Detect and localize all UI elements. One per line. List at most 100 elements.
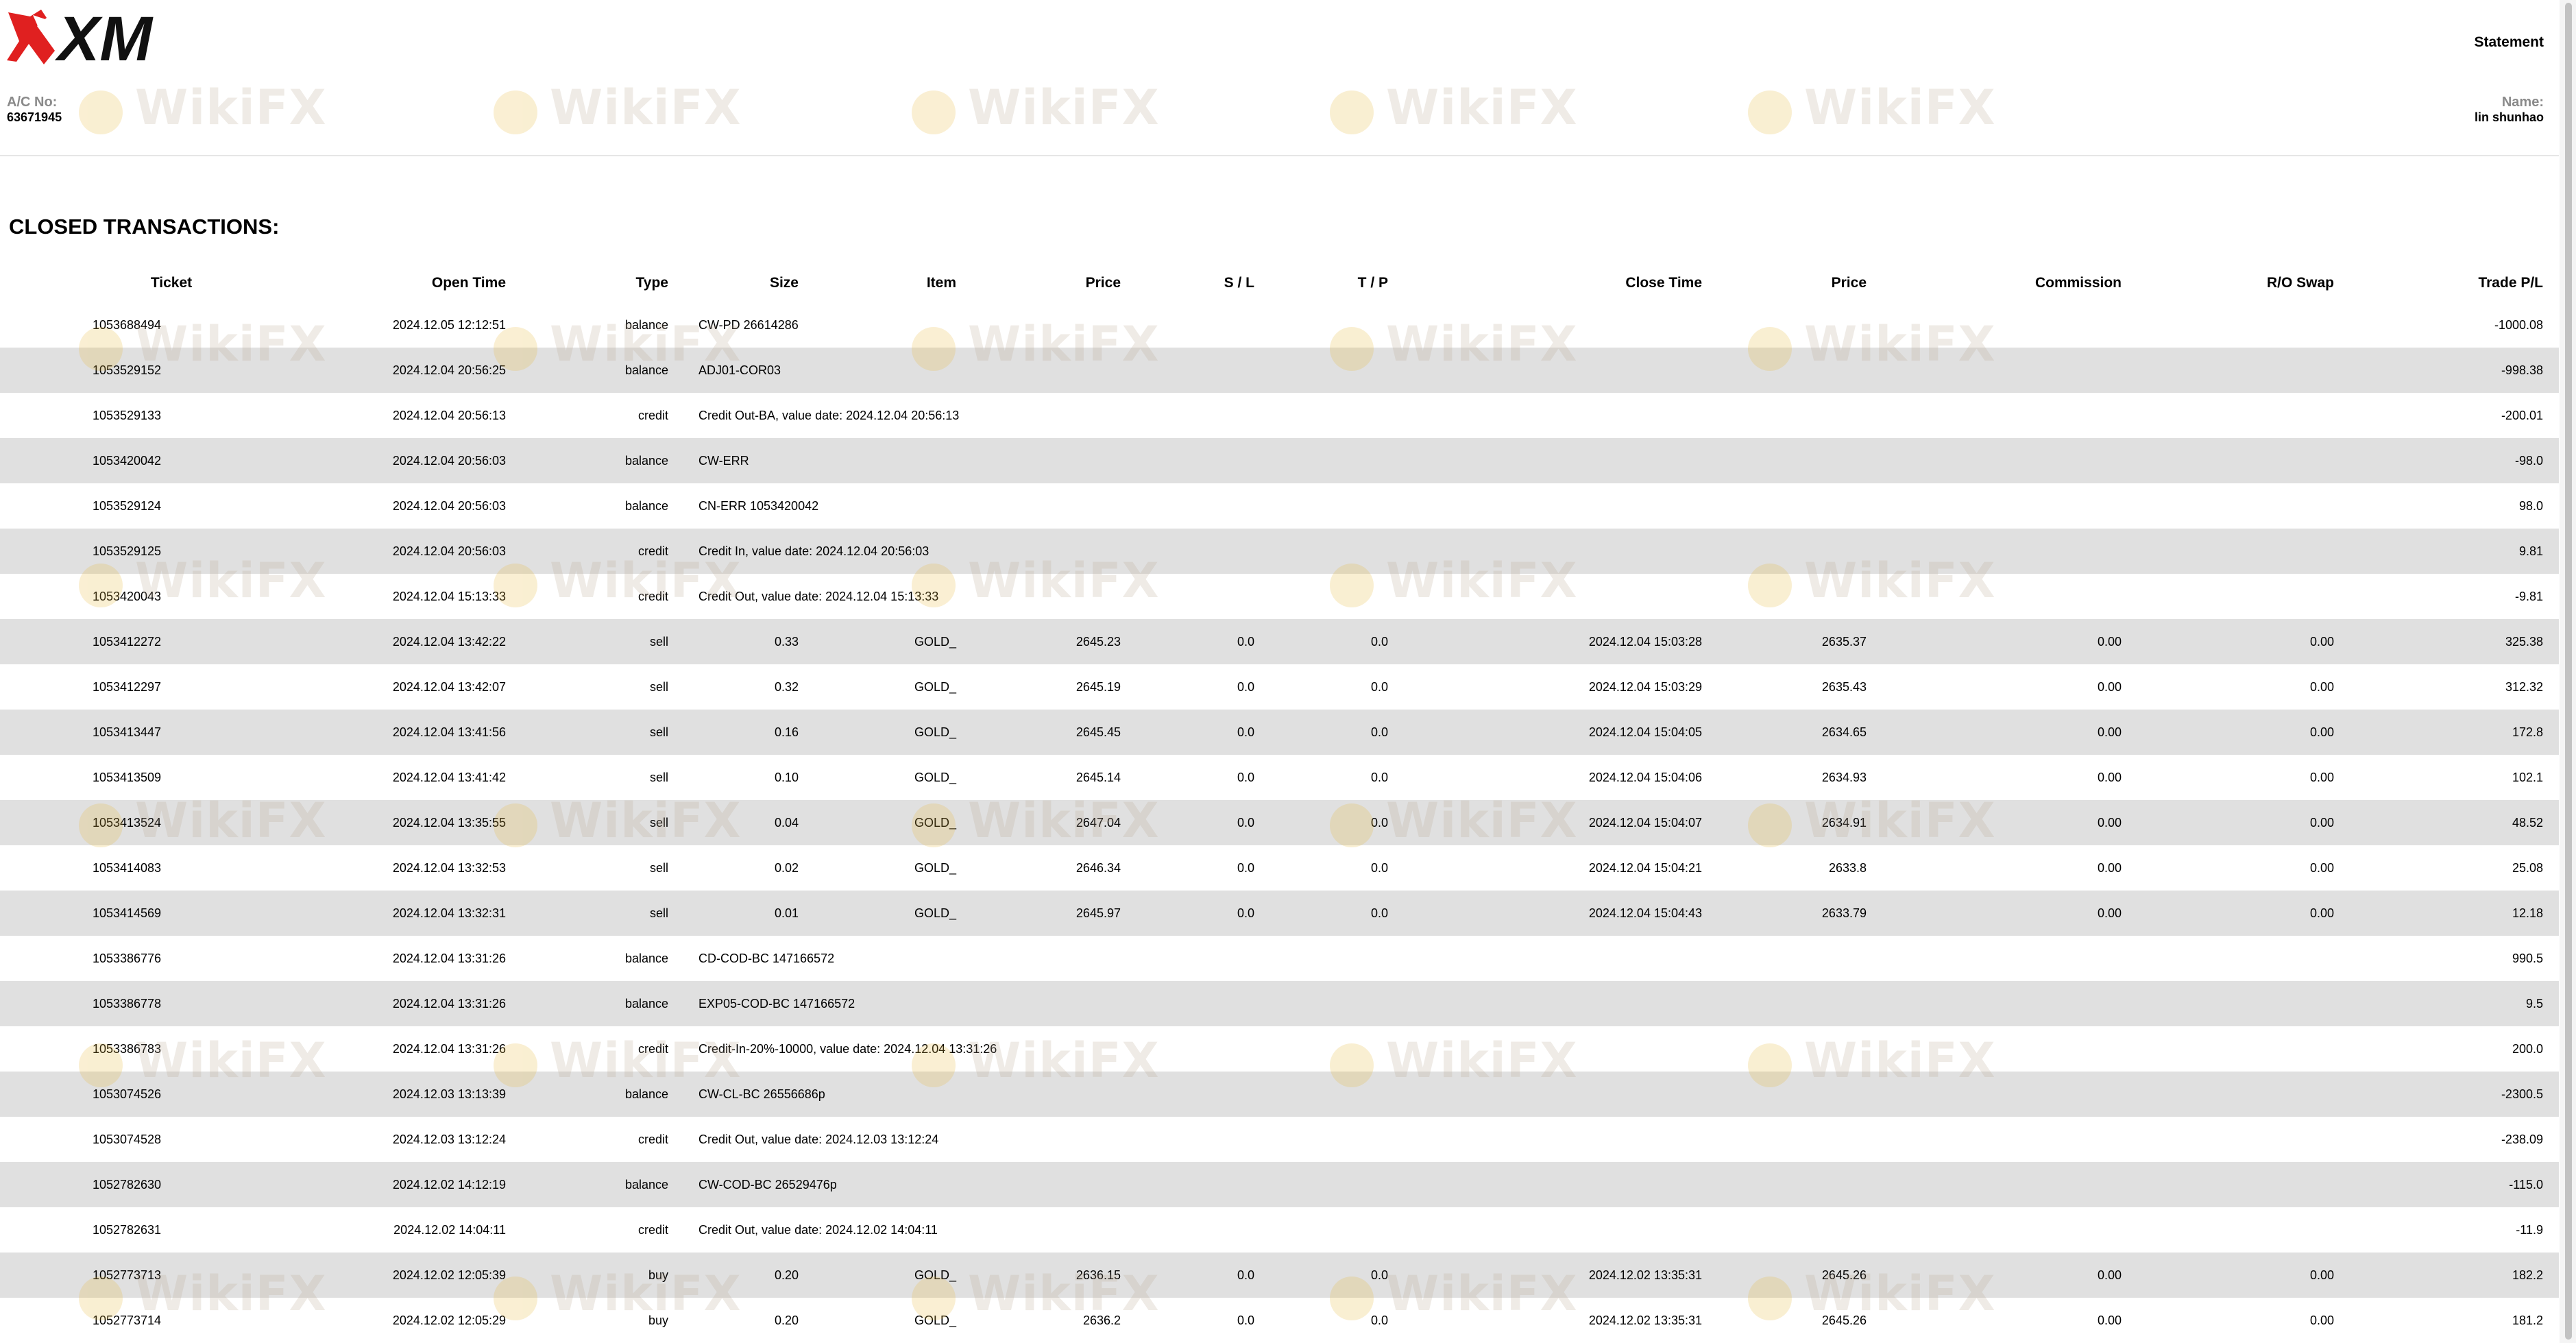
- cell-comment: Credit Out, value date: 2024.12.03 13:12…: [698, 1132, 939, 1146]
- cell-open-price: 2647.04: [1076, 815, 1121, 830]
- table-row: 1053414569 2024.12.04 13:32:31 sell 0.01 GOL…: [0, 891, 2559, 936]
- cell-close-price: 2633.8: [1828, 860, 1867, 875]
- cell-take-profit: 0.0: [1370, 679, 1388, 694]
- cell-type: sell: [649, 725, 668, 739]
- cell-ticket: 1052782630: [92, 1177, 162, 1191]
- cell-open-time: 2024.12.04 13:42:07: [392, 679, 506, 694]
- cell-open-time: 2024.12.04 13:42:22: [392, 634, 506, 649]
- cell-ticket: 1053386783: [92, 1041, 162, 1056]
- cell-close-price: 2634.65: [1821, 725, 1867, 739]
- cell-open-time: 2024.12.04 20:56:03: [392, 544, 506, 558]
- cell-type: credit: [637, 544, 668, 558]
- cell-item: GOLD_: [914, 634, 956, 649]
- table-row: 1053386776 2024.12.04 13:31:26 balance CD-C…: [0, 936, 2559, 981]
- cell-ticket: 1053414083: [92, 860, 162, 875]
- cell-close-time: 2024.12.04 15:04:06: [1588, 770, 1702, 784]
- cell-trade-pl: 25.08: [2512, 860, 2543, 875]
- wikifx-watermark: WikiFX: [1748, 75, 1995, 137]
- cell-type: sell: [649, 906, 668, 920]
- cell-take-profit: 0.0: [1370, 770, 1388, 784]
- cell-open-time: 2024.12.04 13:32:53: [392, 860, 506, 875]
- cell-close-price: 2634.93: [1821, 770, 1867, 784]
- table-row: 1053074526 2024.12.03 13:13:39 balance CW-C…: [0, 1072, 2559, 1117]
- cell-trade-pl: 12.18: [2512, 906, 2543, 920]
- cell-trade-pl: 102.1: [2512, 770, 2543, 784]
- cell-swap: 0.00: [2309, 860, 2334, 875]
- cell-comment: CW-ERR: [698, 453, 749, 468]
- cell-open-time: 2024.12.04 20:56:13: [392, 408, 506, 422]
- cell-stop-loss: 0.0: [1237, 815, 1254, 830]
- cell-open-time: 2024.12.04 15:13:33: [392, 589, 506, 603]
- cell-type: balance: [624, 317, 668, 332]
- col-header-close-price: Price: [1831, 275, 1867, 291]
- cell-close-price: 2645.26: [1821, 1313, 1867, 1327]
- cell-type: credit: [637, 1132, 668, 1146]
- cell-ticket: 1053414569: [92, 906, 162, 920]
- table-row: 1052773713 2024.12.02 12:05:39 buy 0.20 GOLD…: [0, 1253, 2559, 1298]
- cell-take-profit: 0.0: [1370, 815, 1388, 830]
- cell-close-price: 2635.43: [1821, 679, 1867, 694]
- cell-item: GOLD_: [914, 906, 956, 920]
- table-row: 1053414083 2024.12.04 13:32:53 sell 0.02 GOL…: [0, 845, 2559, 891]
- cell-close-time: 2024.12.04 15:03:29: [1588, 679, 1702, 694]
- table-row: 1053386783 2024.12.04 13:31:26 credit Credi…: [0, 1026, 2559, 1072]
- cell-type: credit: [637, 589, 668, 603]
- wikifx-watermark: WikiFX: [494, 75, 741, 137]
- cell-stop-loss: 0.0: [1237, 679, 1254, 694]
- cell-trade-pl: 9.5: [2525, 996, 2543, 1011]
- cell-trade-pl: -238.09: [2501, 1132, 2543, 1146]
- table-row: 1053412272 2024.12.04 13:42:22 sell 0.33 GOL…: [0, 619, 2559, 664]
- table-row: 1053413509 2024.12.04 13:41:42 sell 0.10 GOL…: [0, 755, 2559, 800]
- cell-open-time: 2024.12.04 13:41:42: [392, 770, 506, 784]
- watermark-text: WikiFX: [968, 80, 1160, 136]
- cell-stop-loss: 0.0: [1237, 860, 1254, 875]
- cell-comment: ADJ01-COR03: [698, 363, 781, 377]
- cell-open-time: 2024.12.04 13:31:26: [392, 996, 506, 1011]
- cell-stop-loss: 0.0: [1237, 725, 1254, 739]
- cell-close-time: 2024.12.04 15:04:07: [1588, 815, 1702, 830]
- col-header-open-time: Open Time: [431, 275, 506, 291]
- cell-close-time: 2024.12.02 13:35:31: [1588, 1268, 1702, 1282]
- statement-title: Statement: [2474, 34, 2544, 50]
- wikifx-logo-icon: [79, 90, 123, 134]
- cell-item: GOLD_: [914, 815, 956, 830]
- cell-take-profit: 0.0: [1370, 634, 1388, 649]
- cell-stop-loss: 0.0: [1237, 906, 1254, 920]
- cell-take-profit: 0.0: [1370, 906, 1388, 920]
- cell-commission: 0.00: [2097, 906, 2122, 920]
- cell-type: sell: [649, 860, 668, 875]
- cell-type: balance: [624, 1087, 668, 1101]
- xm-logo-mark: XM: [7, 4, 154, 74]
- cell-comment: CW-COD-BC 26529476p: [698, 1177, 837, 1191]
- cell-commission: 0.00: [2097, 860, 2122, 875]
- cell-open-time: 2024.12.04 13:31:26: [392, 1041, 506, 1056]
- col-header-take-profit: T / P: [1357, 275, 1388, 291]
- vertical-scrollbar[interactable]: [2560, 0, 2576, 1343]
- table-row: 1053413524 2024.12.04 13:35:55 sell 0.04 GOL…: [0, 800, 2559, 845]
- cell-trade-pl: -98.0: [2514, 453, 2543, 468]
- cell-ticket: 1052773713: [92, 1268, 162, 1282]
- cell-open-time: 2024.12.04 13:41:56: [392, 725, 506, 739]
- cell-comment: Credit Out, value date: 2024.12.02 14:04…: [698, 1222, 938, 1237]
- cell-ticket: 1053529133: [92, 408, 162, 422]
- cell-take-profit: 0.0: [1370, 1313, 1388, 1327]
- col-header-commission: Commission: [2034, 275, 2122, 291]
- cell-swap: 0.00: [2309, 634, 2334, 649]
- cell-commission: 0.00: [2097, 815, 2122, 830]
- watermark-text: WikiFX: [135, 80, 327, 136]
- cell-trade-pl: 312.32: [2505, 679, 2543, 694]
- cell-commission: 0.00: [2097, 770, 2122, 784]
- cell-swap: 0.00: [2309, 906, 2334, 920]
- table-row: 1052782631 2024.12.02 14:04:11 credit Credi…: [0, 1207, 2559, 1253]
- cell-comment: CW-CL-BC 26556686p: [698, 1087, 825, 1101]
- col-header-trade-pl: Trade P/L: [2478, 275, 2543, 291]
- scrollbar-thumb[interactable]: [2565, 3, 2572, 1340]
- cell-close-time: 2024.12.04 15:03:28: [1588, 634, 1702, 649]
- cell-ticket: 1053529125: [92, 544, 162, 558]
- table-row: 1053412297 2024.12.04 13:42:07 sell 0.32 GOL…: [0, 664, 2559, 710]
- cell-open-time: 2024.12.02 12:05:29: [392, 1313, 506, 1327]
- table-row: 1052773714 2024.12.02 12:05:29 buy 0.20 GOLD…: [0, 1298, 2559, 1343]
- cell-type: credit: [637, 408, 668, 422]
- cell-open-time: 2024.12.02 14:12:19: [392, 1177, 506, 1191]
- cell-trade-pl: 200.0: [2512, 1041, 2543, 1056]
